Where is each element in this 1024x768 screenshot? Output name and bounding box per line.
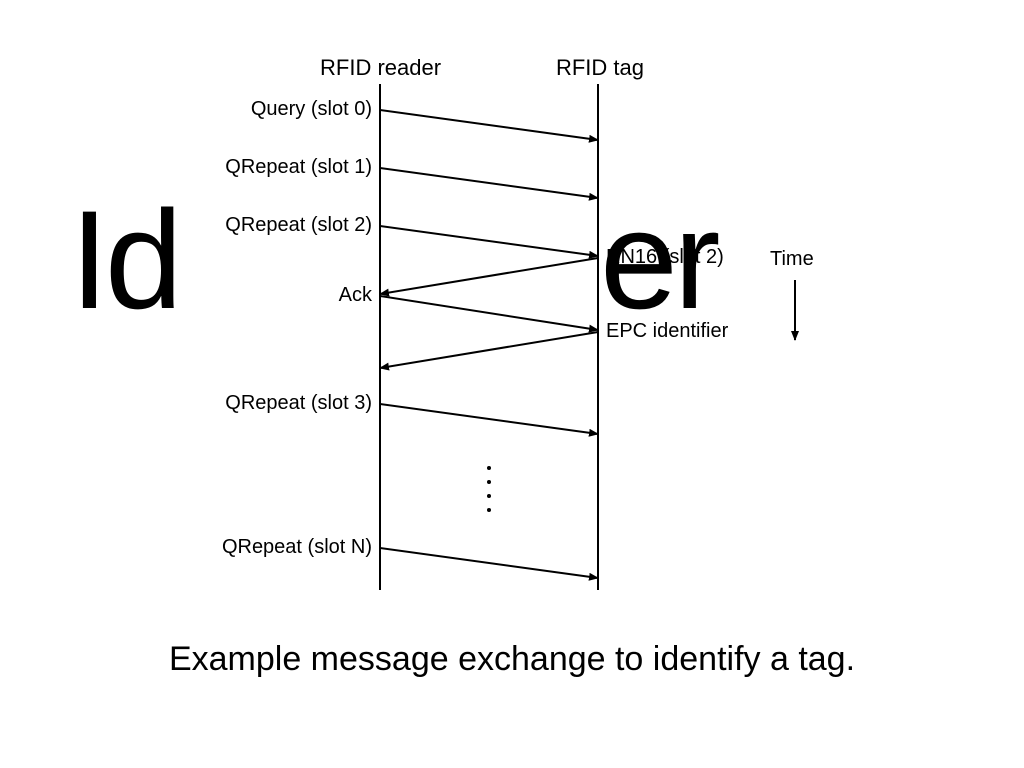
background-title-left: Id (70, 190, 179, 330)
msg-query-slot0: Query (slot 0) (200, 98, 372, 121)
msg-qrepeat-slot2: QRepeat (slot 2) (200, 214, 372, 237)
participant-tag-label: RFID tag (555, 55, 645, 81)
time-label: Time (770, 248, 830, 271)
participant-reader-label: RFID reader (320, 55, 440, 81)
msg-epc-identifier: EPC identifier (606, 320, 806, 343)
msg-qrepeat-slot1: QRepeat (slot 1) (200, 156, 372, 179)
msg-qrepeat-slotN: QRepeat (slot N) (200, 536, 372, 559)
figure-caption: Example message exchange to identify a t… (0, 640, 1024, 679)
msg-qrepeat-slot3: QRepeat (slot 3) (200, 392, 372, 415)
msg-ack: Ack (200, 284, 372, 307)
diagram-stage: Id er RFID read (0, 0, 1024, 768)
